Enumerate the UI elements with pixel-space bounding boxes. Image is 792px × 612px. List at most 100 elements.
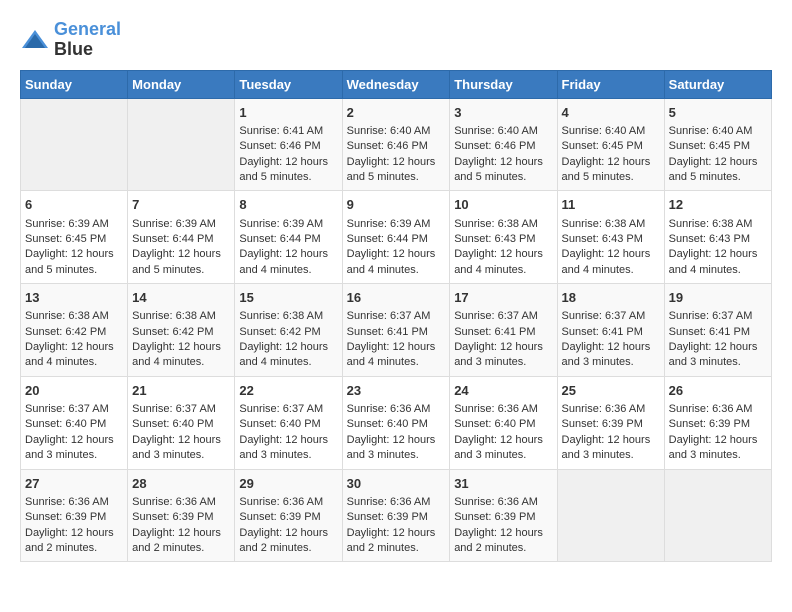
sunset-text: Sunset: 6:45 PM <box>25 233 106 245</box>
day-number: 29 <box>239 475 337 493</box>
day-header: Thursday <box>450 70 557 98</box>
sunset-text: Sunset: 6:39 PM <box>239 511 320 523</box>
day-number: 2 <box>347 104 446 122</box>
sunrise-text: Sunrise: 6:38 AM <box>25 310 109 322</box>
day-number: 18 <box>562 289 660 307</box>
sunrise-text: Sunrise: 6:37 AM <box>132 403 216 415</box>
sunset-text: Sunset: 6:41 PM <box>454 326 535 338</box>
daylight-text: Daylight: 12 hours and 3 minutes. <box>25 434 114 461</box>
sunset-text: Sunset: 6:42 PM <box>25 326 106 338</box>
calendar-cell: 27Sunrise: 6:36 AMSunset: 6:39 PMDayligh… <box>21 469 128 562</box>
page-header: GeneralBlue <box>20 20 772 60</box>
sunset-text: Sunset: 6:39 PM <box>562 418 643 430</box>
calendar-cell: 7 Sunrise: 6:39 AM Sunset: 6:44 PM Daylight… <box>128 191 235 284</box>
day-number: 8 <box>239 196 337 214</box>
daylight-text: Daylight: 12 hours and 4 minutes. <box>25 341 114 368</box>
calendar-cell <box>21 98 128 191</box>
sunrise-text: Sunrise: 6:37 AM <box>562 310 646 322</box>
calendar-cell: 21Sunrise: 6:37 AMSunset: 6:40 PMDayligh… <box>128 376 235 469</box>
calendar-cell: 6 Sunrise: 6:39 AM Sunset: 6:45 PM Daylight… <box>21 191 128 284</box>
daylight-text: Daylight: 12 hours and 3 minutes. <box>347 434 436 461</box>
sunset-text: Sunset: 6:44 PM <box>132 233 213 245</box>
day-number: 31 <box>454 475 552 493</box>
calendar-cell: 18Sunrise: 6:37 AMSunset: 6:41 PMDayligh… <box>557 284 664 377</box>
sunset-text: Sunset: 6:46 PM <box>347 140 428 152</box>
day-number: 25 <box>562 382 660 400</box>
sunset-text: Sunset: 6:39 PM <box>347 511 428 523</box>
day-number: 7 <box>132 196 230 214</box>
sunset-text: Sunset: 6:46 PM <box>454 140 535 152</box>
day-header: Monday <box>128 70 235 98</box>
calendar-cell: 26Sunrise: 6:36 AMSunset: 6:39 PMDayligh… <box>664 376 771 469</box>
sunrise-text: Sunrise: 6:38 AM <box>669 218 753 230</box>
day-number: 14 <box>132 289 230 307</box>
calendar-body: 1Sunrise: 6:41 AMSunset: 6:46 PMDaylight… <box>21 98 772 562</box>
calendar-week-row: 27 Sunrise: 6:36 AM Sunset: 6:39 PM Dayligh… <box>21 469 772 562</box>
calendar-cell: 4Sunrise: 6:40 AMSunset: 6:45 PMDaylight… <box>557 98 664 191</box>
day-number: 27 <box>25 475 123 493</box>
sunrise-text: Sunrise: 6:40 AM <box>562 125 646 137</box>
day-number: 11 <box>562 196 660 214</box>
daylight-text: Daylight: 12 hours and 2 minutes. <box>239 527 328 554</box>
sunrise-text: Sunrise: 6:37 AM <box>669 310 753 322</box>
header-row: SundayMondayTuesdayWednesdayThursdayFrid… <box>21 70 772 98</box>
calendar-cell <box>557 469 664 562</box>
logo-text: GeneralBlue <box>54 20 121 60</box>
daylight-text: Daylight: 12 hours and 5 minutes. <box>562 156 651 183</box>
day-number: 15 <box>239 289 337 307</box>
daylight-text: Daylight: 12 hours and 5 minutes. <box>25 248 114 275</box>
sunset-text: Sunset: 6:40 PM <box>454 418 535 430</box>
sunset-text: Sunset: 6:44 PM <box>347 233 428 245</box>
logo-icon <box>20 28 50 52</box>
day-number: 21 <box>132 382 230 400</box>
day-number: 28 <box>132 475 230 493</box>
calendar-cell: 25 Sunrise: 6:36 AM Sunset: 6:39 PM Dayligh… <box>557 376 664 469</box>
sunset-text: Sunset: 6:43 PM <box>669 233 750 245</box>
calendar-cell <box>664 469 771 562</box>
sunrise-text: Sunrise: 6:37 AM <box>347 310 431 322</box>
sunrise-text: Sunrise: 6:37 AM <box>454 310 538 322</box>
sunset-text: Sunset: 6:40 PM <box>239 418 320 430</box>
sunrise-text: Sunrise: 6:36 AM <box>347 403 431 415</box>
sunrise-text: Sunrise: 6:40 AM <box>347 125 431 137</box>
sunset-text: Sunset: 6:39 PM <box>454 511 535 523</box>
day-number: 6 <box>25 196 123 214</box>
sunrise-text: Sunrise: 6:37 AM <box>239 403 323 415</box>
sunrise-text: Sunrise: 6:38 AM <box>454 218 538 230</box>
day-header: Friday <box>557 70 664 98</box>
daylight-text: Daylight: 12 hours and 4 minutes. <box>347 248 436 275</box>
sunrise-text: Sunrise: 6:38 AM <box>132 310 216 322</box>
sunset-text: Sunset: 6:45 PM <box>669 140 750 152</box>
calendar-cell: 14Sunrise: 6:38 AMSunset: 6:42 PMDayligh… <box>128 284 235 377</box>
daylight-text: Daylight: 12 hours and 5 minutes. <box>132 248 221 275</box>
calendar-week-row: 20 Sunrise: 6:37 AM Sunset: 6:40 PM Dayligh… <box>21 376 772 469</box>
sunrise-text: Sunrise: 6:41 AM <box>239 125 323 137</box>
day-number: 23 <box>347 382 446 400</box>
sunrise-text: Sunrise: 6:36 AM <box>239 496 323 508</box>
sunrise-text: Sunrise: 6:38 AM <box>239 310 323 322</box>
sunrise-text: Sunrise: 6:36 AM <box>454 496 538 508</box>
sunrise-text: Sunrise: 6:39 AM <box>132 218 216 230</box>
day-number: 24 <box>454 382 552 400</box>
daylight-text: Daylight: 12 hours and 3 minutes. <box>562 341 651 368</box>
sunrise-text: Sunrise: 6:36 AM <box>454 403 538 415</box>
sunrise-text: Sunrise: 6:39 AM <box>25 218 109 230</box>
calendar-cell: 15Sunrise: 6:38 AMSunset: 6:42 PMDayligh… <box>235 284 342 377</box>
sunrise-text: Sunrise: 6:36 AM <box>132 496 216 508</box>
daylight-text: Daylight: 12 hours and 3 minutes. <box>239 434 328 461</box>
calendar-cell: 16Sunrise: 6:37 AMSunset: 6:41 PMDayligh… <box>342 284 450 377</box>
sunset-text: Sunset: 6:39 PM <box>132 511 213 523</box>
calendar-cell: 22Sunrise: 6:37 AMSunset: 6:40 PMDayligh… <box>235 376 342 469</box>
sunrise-text: Sunrise: 6:36 AM <box>25 496 109 508</box>
sunset-text: Sunset: 6:43 PM <box>454 233 535 245</box>
daylight-text: Daylight: 12 hours and 4 minutes. <box>562 248 651 275</box>
day-number: 3 <box>454 104 552 122</box>
day-number: 20 <box>25 382 123 400</box>
daylight-text: Daylight: 12 hours and 3 minutes. <box>562 434 651 461</box>
day-number: 30 <box>347 475 446 493</box>
calendar-cell: 3Sunrise: 6:40 AMSunset: 6:46 PMDaylight… <box>450 98 557 191</box>
day-number: 17 <box>454 289 552 307</box>
sunrise-text: Sunrise: 6:36 AM <box>562 403 646 415</box>
calendar-cell: 19Sunrise: 6:37 AMSunset: 6:41 PMDayligh… <box>664 284 771 377</box>
sunrise-text: Sunrise: 6:39 AM <box>347 218 431 230</box>
